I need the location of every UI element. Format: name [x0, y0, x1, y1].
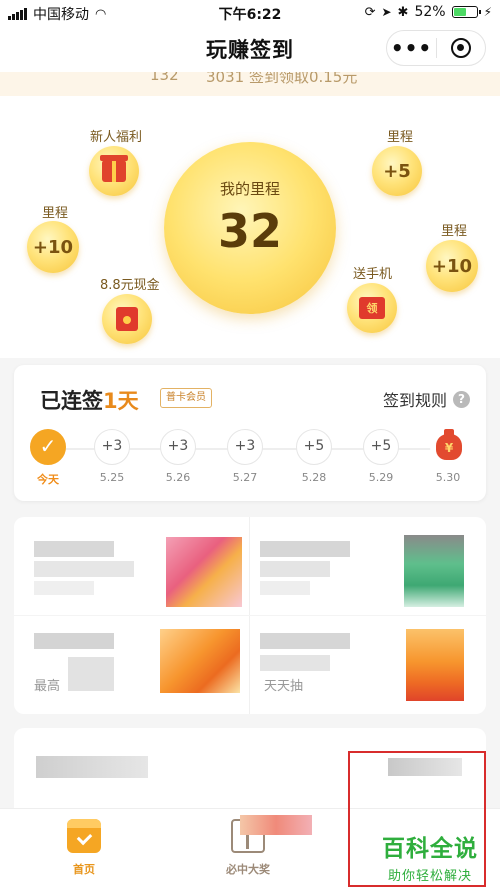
battery-percent: 52% [414, 4, 446, 20]
watermark-subtitle: 助你轻松解决 [387, 869, 472, 884]
money-bag-icon: ¥ [436, 429, 462, 460]
blurred-image[interactable] [404, 535, 464, 607]
bluetooth-icon: ✱ [397, 4, 409, 20]
streak-days: 1天 [103, 389, 139, 413]
day-date: 5.27 [232, 471, 258, 484]
day-reward: +3 [94, 429, 130, 465]
blurred-text [36, 756, 148, 778]
day-item[interactable]: +3 5.26 [158, 429, 198, 484]
phone-envelope-icon: 领 [359, 297, 385, 319]
blurred-text [260, 633, 350, 649]
blurred-text [260, 655, 330, 671]
cash-bubble[interactable] [102, 294, 152, 344]
blurred-image[interactable] [160, 629, 240, 693]
day-reward: +3 [160, 429, 196, 465]
blurred-image[interactable] [166, 537, 242, 607]
day-date: 5.28 [301, 471, 327, 484]
streak-title: 已连签1天 [40, 385, 139, 415]
blurred-image[interactable] [406, 629, 464, 701]
rules-label: 签到规则 [382, 391, 447, 410]
day-item[interactable]: +5 5.29 [361, 429, 401, 484]
blurred-text [34, 561, 134, 577]
day-item[interactable]: +3 5.25 [92, 429, 132, 484]
activity-grid: 最高 天天抽 [14, 517, 486, 714]
day-reward: +5 [363, 429, 399, 465]
sign-in-rules-link[interactable]: 签到规则 ? [383, 387, 470, 411]
my-mileage-coin[interactable]: 我的里程 32 [164, 142, 336, 314]
calendar-icon [67, 819, 101, 853]
bubble-label: 里程 [441, 224, 468, 239]
help-icon: ? [453, 390, 470, 408]
blurred-text [68, 657, 114, 691]
watermark: 百科全说 助你轻松解决 [372, 829, 488, 884]
banner-right-text: 3031 签到领取0.15元 [206, 72, 358, 86]
rotation-lock-icon: ⟳ [364, 4, 376, 20]
day-item[interactable]: +3 5.27 [225, 429, 265, 484]
newcomer-gift-bubble[interactable] [89, 146, 139, 196]
partial-label: 最高 [34, 679, 61, 694]
sign-in-card: 已连签1天 普卡会员 签到规则 ? ✓ 今天 +3 5.25 +3 5.26 +… [14, 365, 486, 501]
blurred-text [260, 561, 330, 577]
day-date: 5.26 [165, 471, 191, 484]
day-reward: +3 [227, 429, 263, 465]
day-item-bonus[interactable]: ¥ 5.30 [428, 429, 468, 484]
tab-label: 首页 [73, 863, 95, 876]
tab-label: 必中大奖 [226, 863, 270, 876]
day-item-today[interactable]: ✓ 今天 [28, 429, 68, 487]
day-item[interactable]: +5 5.28 [294, 429, 334, 484]
blurred-text [260, 541, 350, 557]
day-date: 5.29 [368, 471, 394, 484]
partial-label: 天天抽 [264, 679, 304, 694]
tab-home[interactable]: 首页 [44, 819, 124, 877]
bubble-label: 里程 [387, 130, 414, 145]
day-reward: +5 [296, 429, 332, 465]
location-icon: ➤ [381, 5, 392, 19]
watermark-title: 百科全说 [382, 836, 478, 862]
bubble-label: 新人福利 [90, 130, 143, 145]
blurred-text [260, 581, 310, 595]
free-phone-bubble[interactable]: 领 [347, 283, 397, 333]
blurred-text [34, 581, 94, 595]
bubble-label: 里程 [42, 206, 69, 221]
banner-left-text: 132 [150, 72, 179, 84]
charging-icon: ⚡ [483, 5, 492, 19]
day-bonus: ¥ [430, 429, 466, 465]
blurred-image [240, 815, 312, 835]
day-date: 5.30 [435, 471, 461, 484]
status-bar: 中国移动 ◠ 下午6:22 ⟳ ➤ ✱ 52% ⚡ [0, 0, 500, 26]
bubble-label: 送手机 [353, 267, 393, 282]
mileage-hero: 我的里程 32 新人福利 里程 +5 里程 +10 8.8元现金 送手机 领 里… [0, 96, 500, 358]
blurred-text [34, 633, 114, 649]
blurred-text [34, 541, 114, 557]
mileage-bubble[interactable]: +5 [372, 146, 422, 196]
gift-icon [100, 155, 128, 182]
day-date: 5.25 [99, 471, 125, 484]
day-date: 今天 [37, 473, 59, 486]
more-menu-button[interactable]: ••• [387, 30, 436, 66]
bubble-label: 8.8元现金 [100, 278, 160, 293]
member-badge: 普卡会员 [160, 388, 212, 408]
nav-bar: 玩赚签到 ••• [0, 26, 500, 72]
streak-prefix: 已连签 [40, 389, 103, 413]
my-mileage-value: 32 [217, 204, 282, 258]
red-envelope-icon [116, 307, 138, 331]
grid-divider [14, 615, 486, 616]
mini-program-capsule: ••• [386, 30, 486, 66]
mileage-bubble[interactable]: +10 [426, 240, 478, 292]
close-mini-program-button[interactable] [437, 38, 485, 58]
check-icon: ✓ [30, 429, 66, 465]
status-right: ⟳ ➤ ✱ 52% ⚡ [365, 4, 492, 20]
battery-icon [451, 6, 481, 18]
target-icon [450, 38, 471, 58]
my-mileage-label: 我的里程 [219, 180, 280, 198]
mileage-bubble[interactable]: +10 [27, 221, 79, 273]
reward-banner: 132 3031 签到领取0.15元 [0, 72, 500, 96]
